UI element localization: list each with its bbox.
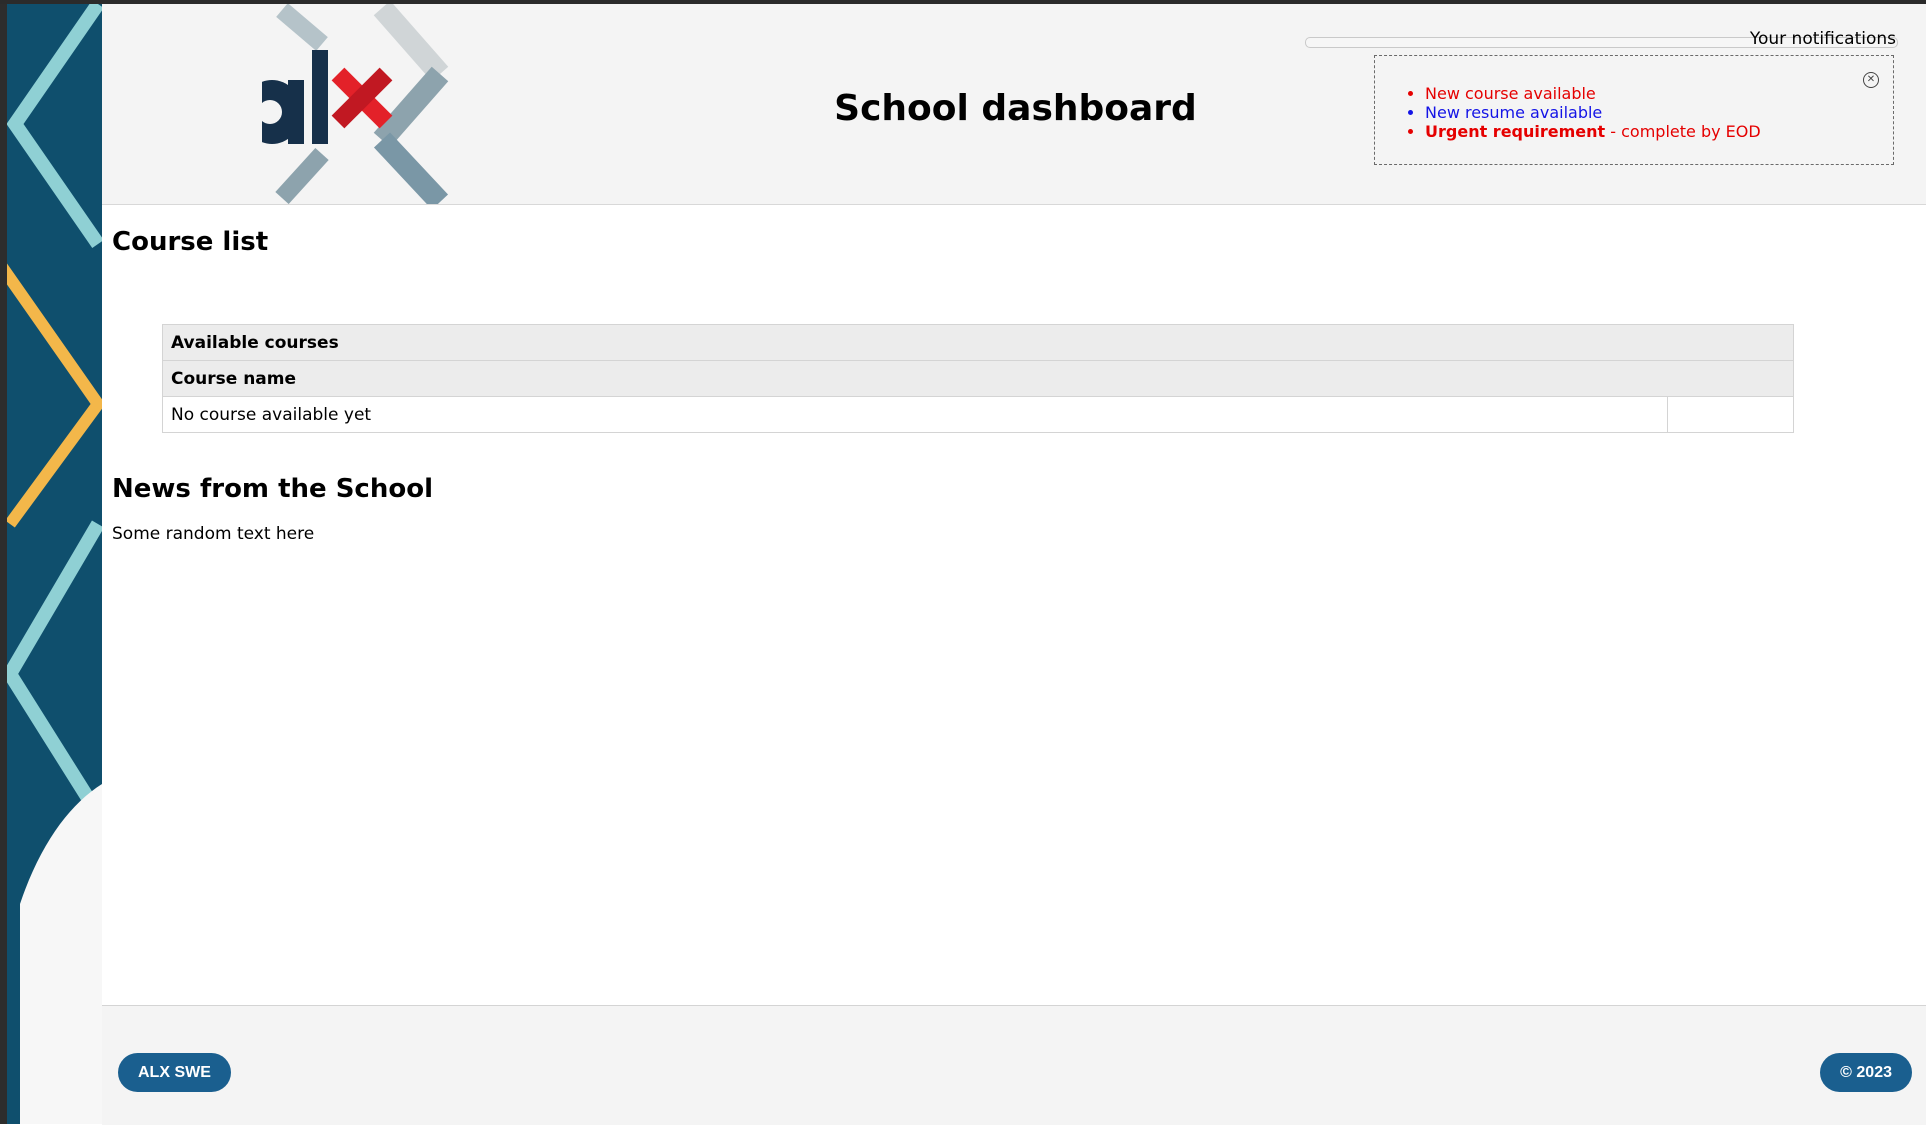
table-caption-row: Available courses <box>162 324 1794 361</box>
notification-item-urgent[interactable]: Urgent requirement - complete by EOD <box>1425 122 1761 141</box>
table-cell-empty <box>1667 396 1794 433</box>
news-text: Some random text here <box>112 524 315 544</box>
notification-item[interactable]: New resume available <box>1425 103 1761 122</box>
notifications-list: New course available New resume availabl… <box>1425 84 1761 141</box>
app-header: School dashboard Your notifications ✕ Ne… <box>102 4 1926 205</box>
footer: ALX SWE © 2023 <box>102 1005 1926 1125</box>
column-header: Course name <box>162 360 1794 397</box>
left-background-panel <box>0 4 102 1124</box>
page-title: School dashboard <box>834 88 1197 129</box>
table-caption: Available courses <box>162 324 1794 361</box>
alx-logo <box>262 4 449 204</box>
footer-brand-badge[interactable]: ALX SWE <box>118 1053 231 1092</box>
course-list-heading: Course list <box>112 227 269 257</box>
close-icon[interactable]: ✕ <box>1863 72 1879 88</box>
urgent-label: Urgent requirement <box>1425 122 1606 141</box>
table-header-row: Course name <box>162 360 1794 397</box>
left-edge-strip <box>0 4 7 1124</box>
news-heading: News from the School <box>112 474 433 504</box>
notifications-panel: ✕ New course available New resume availa… <box>1374 55 1894 165</box>
left-decorative-pattern <box>0 4 102 1124</box>
table-row: No course available yet <box>162 396 1794 433</box>
notification-item[interactable]: New course available <box>1425 84 1761 103</box>
course-table: Available courses Course name No course … <box>162 324 1794 433</box>
footer-copyright-badge: © 2023 <box>1820 1053 1912 1092</box>
table-cell: No course available yet <box>162 396 1668 433</box>
main-content: School dashboard Your notifications ✕ Ne… <box>102 4 1926 1125</box>
notifications-label: Your notifications <box>1749 29 1896 49</box>
